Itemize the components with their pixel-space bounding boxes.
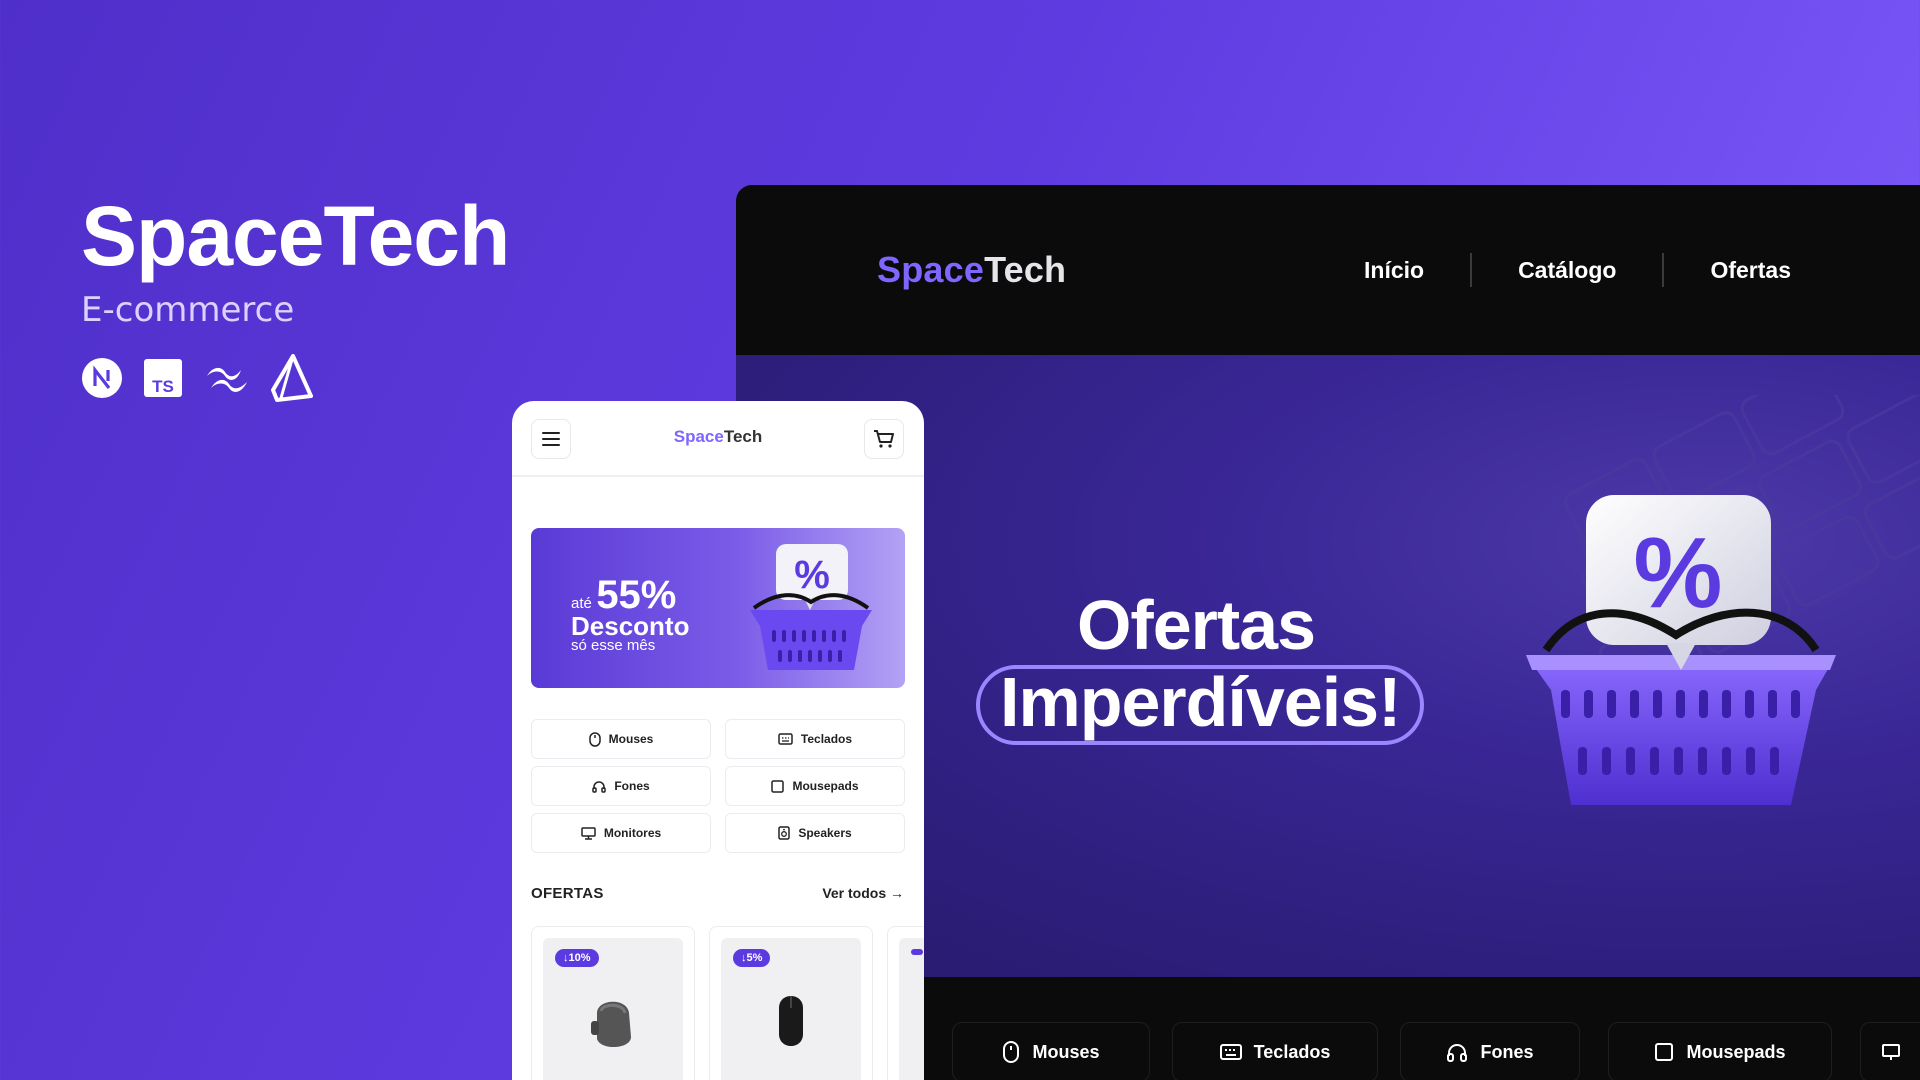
mobile-logo[interactable]: SpaceTech xyxy=(512,427,924,447)
tailwind-icon xyxy=(203,362,251,399)
desktop-nav: Início Catálogo Ofertas xyxy=(1364,185,1837,355)
discount-badge xyxy=(911,949,923,955)
product-card[interactable]: ↓10% xyxy=(531,926,695,1080)
mobile-cat-teclados[interactable]: Teclados xyxy=(725,719,905,759)
nav-catalogo[interactable]: Catálogo xyxy=(1472,257,1662,284)
desktop-cat-fones[interactable]: Fones xyxy=(1400,1022,1580,1080)
hero-title: Ofertas Imperdíveis! xyxy=(976,585,1425,745)
promo-desconto: Desconto xyxy=(571,611,690,641)
promo-ate: até xyxy=(571,595,592,612)
mobile-cat-speakers[interactable]: Speakers xyxy=(725,813,905,853)
intro-section: SpaceTech E-commerce TS xyxy=(81,186,510,407)
headphones-icon xyxy=(592,780,607,793)
intro-subtitle: E-commerce xyxy=(81,290,295,330)
tech-stack: TS xyxy=(81,354,509,407)
discount-value: 5% xyxy=(746,952,763,964)
keyboard-icon xyxy=(778,733,793,745)
mouse-product-image xyxy=(591,1001,631,1048)
cart-button[interactable] xyxy=(864,419,904,459)
discount-badge: ↓10% xyxy=(555,949,599,967)
product-image: ↓10% xyxy=(543,938,683,1080)
shopping-basket-illustration: % xyxy=(1526,495,1836,805)
mobile-header: SpaceTech xyxy=(512,401,924,477)
headphones-icon xyxy=(1447,1044,1468,1062)
mouse-icon xyxy=(1003,1041,1020,1063)
mobile-cat-mouses[interactable]: Mouses xyxy=(531,719,711,759)
mouse-product-image xyxy=(779,996,803,1046)
see-all-label: Ver todos xyxy=(822,885,887,901)
desktop-cat-mouses[interactable]: Mouses xyxy=(952,1022,1150,1080)
mobile-cat-label: Speakers xyxy=(798,826,852,840)
mobile-cat-fones[interactable]: Fones xyxy=(531,766,711,806)
product-card[interactable]: ↓5% xyxy=(709,926,873,1080)
mobile-cat-label: Fones xyxy=(614,779,650,793)
typescript-icon: TS xyxy=(143,358,183,403)
desktop-cat-label: Teclados xyxy=(1253,1041,1331,1062)
keyboard-icon xyxy=(1219,1044,1242,1060)
see-all-link[interactable]: Ver todos → xyxy=(822,885,904,901)
promo-banner[interactable]: até 55% Desconto só esse mês % xyxy=(531,528,905,688)
discount-badge: ↓5% xyxy=(733,949,771,967)
discount-value: 10% xyxy=(568,952,591,964)
nextjs-icon xyxy=(81,357,123,404)
mobile-cat-monitores[interactable]: Monitores xyxy=(531,813,711,853)
svg-text:%: % xyxy=(1634,517,1723,629)
speaker-icon xyxy=(778,826,791,840)
svg-text:TS: TS xyxy=(152,377,174,396)
intro-title: SpaceTech xyxy=(81,189,510,283)
mobile-mockup: SpaceTech até 55% Desconto só esse mês % xyxy=(512,401,924,1080)
cart-icon xyxy=(874,430,894,448)
mobile-cat-mousepads[interactable]: Mousepads xyxy=(725,766,905,806)
mouse-icon xyxy=(588,731,601,747)
product-image xyxy=(899,938,924,1080)
logo-space: Space xyxy=(877,249,985,290)
mousepad-icon xyxy=(771,779,785,793)
logo-tech: Tech xyxy=(984,249,1067,290)
product-card-partial[interactable] xyxy=(887,926,924,1080)
prisma-icon xyxy=(271,354,313,407)
product-image: ↓5% xyxy=(721,938,861,1080)
arrow-right-icon: → xyxy=(890,885,904,901)
basket-illustration: % xyxy=(750,544,872,670)
mobile-cat-label: Teclados xyxy=(800,732,853,746)
hero-line2: Imperdíveis! xyxy=(976,665,1425,745)
desktop-logo[interactable]: SpaceTech xyxy=(877,249,1066,291)
desktop-cat-label: Fones xyxy=(1480,1041,1534,1062)
mobile-cat-label: Mousepads xyxy=(792,779,859,793)
monitor-icon xyxy=(581,826,596,840)
mobile-cat-label: Monitores xyxy=(603,826,662,840)
logo-space: Space xyxy=(673,427,724,446)
mousepad-icon xyxy=(1655,1043,1674,1061)
nav-inicio[interactable]: Início xyxy=(1364,257,1470,284)
desktop-cat-label: Mouses xyxy=(1032,1041,1100,1062)
promo-text: até 55% Desconto só esse mês xyxy=(571,575,690,654)
desktop-cat-mousepads[interactable]: Mousepads xyxy=(1608,1022,1832,1080)
desktop-cat-label: Mousepads xyxy=(1686,1041,1786,1062)
monitor-icon xyxy=(1881,1044,1900,1060)
desktop-cat-teclados[interactable]: Teclados xyxy=(1172,1022,1378,1080)
nav-ofertas[interactable]: Ofertas xyxy=(1664,257,1837,284)
offers-heading: OFERTAS xyxy=(531,885,604,902)
svg-text:%: % xyxy=(794,553,830,597)
desktop-header: SpaceTech Início Catálogo Ofertas xyxy=(736,185,1920,355)
hero-line1: Ofertas xyxy=(1076,586,1316,664)
desktop-cat-partial[interactable] xyxy=(1860,1022,1920,1080)
mobile-cat-label: Mouses xyxy=(608,732,654,746)
logo-tech: Tech xyxy=(723,427,763,446)
